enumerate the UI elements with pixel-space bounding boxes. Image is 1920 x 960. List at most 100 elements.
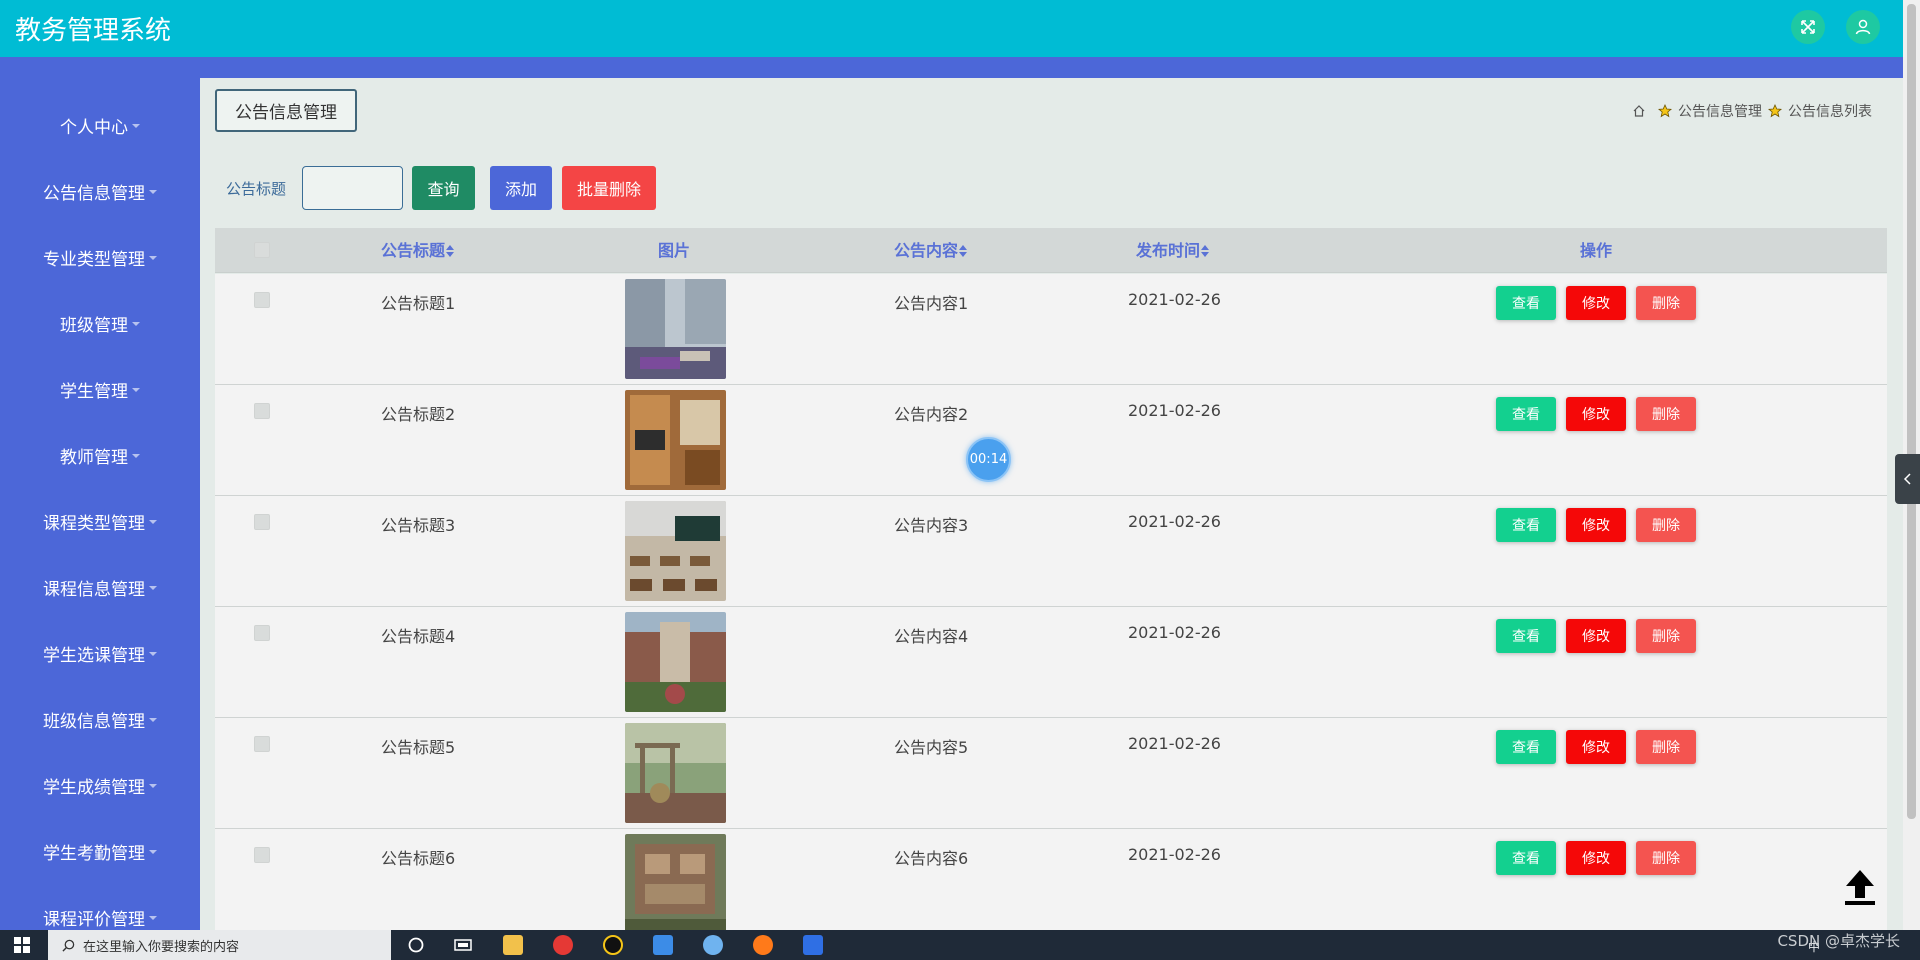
sidebar-item[interactable]: 课程类型管理 (0, 501, 200, 541)
row-title: 公告标题3 (381, 516, 456, 535)
cloud-app-icon[interactable] (653, 935, 673, 955)
windows-start-icon[interactable] (14, 937, 30, 953)
os-taskbar: 在这里输入你要搜索的内容 中 (0, 930, 1920, 960)
chrome-icon[interactable] (553, 935, 573, 955)
firefox-icon[interactable] (753, 935, 773, 955)
sidebar-item-label: 班级管理 (60, 315, 128, 336)
notice-table: 公告标题 图片 公告内容 发布时间 操作 公告标题1 公告内容1 2021-02-2… (215, 228, 1887, 930)
row-image (625, 834, 726, 930)
edit-button[interactable]: 修改 (1566, 730, 1626, 764)
row-date: 2021-02-26 (1128, 845, 1221, 864)
breadcrumb-item[interactable]: 公告信息管理 (1678, 101, 1762, 121)
sidebar-item[interactable]: 学生成绩管理 (0, 765, 200, 805)
row-title: 公告标题4 (381, 627, 456, 646)
home-icon[interactable] (1632, 104, 1646, 118)
view-button[interactable]: 查看 (1496, 841, 1556, 875)
edit-button[interactable]: 修改 (1566, 286, 1626, 320)
chevron-left-icon (1903, 473, 1911, 485)
sort-icon[interactable] (1201, 245, 1210, 257)
section-title-tab[interactable]: 公告信息管理 (215, 89, 357, 132)
chevron-down-icon (149, 850, 157, 854)
task-view-icon[interactable] (453, 935, 473, 955)
baidu-netdisk-icon[interactable] (703, 935, 723, 955)
delete-button[interactable]: 删除 (1636, 619, 1696, 653)
chevron-down-icon (149, 652, 157, 656)
delete-button[interactable]: 删除 (1636, 286, 1696, 320)
view-button[interactable]: 查看 (1496, 508, 1556, 542)
row-checkbox[interactable] (254, 514, 270, 530)
view-button[interactable]: 查看 (1496, 619, 1556, 653)
sidebar-item[interactable]: 班级管理 (0, 303, 200, 343)
sidebar-item[interactable]: 学生管理 (0, 369, 200, 409)
row-checkbox[interactable] (254, 847, 270, 863)
sidebar-item-label: 教师管理 (60, 447, 128, 468)
table-row: 公告标题6 公告内容6 2021-02-26 查看 修改 删除 (215, 829, 1887, 930)
row-content: 公告内容6 (894, 849, 969, 868)
sidebar-item[interactable]: 教师管理 (0, 435, 200, 475)
edit-button[interactable]: 修改 (1566, 841, 1626, 875)
column-header-title[interactable]: 公告标题 (381, 228, 455, 273)
edit-button[interactable]: 修改 (1566, 397, 1626, 431)
sidebar-item[interactable]: 学生选课管理 (0, 633, 200, 673)
sidebar-item[interactable]: 个人中心 (0, 105, 200, 145)
sidebar-item-label: 班级信息管理 (43, 711, 145, 732)
column-header-date[interactable]: 发布时间 (1136, 228, 1210, 273)
taskbar-search[interactable]: 在这里输入你要搜索的内容 (48, 930, 391, 960)
file-explorer-icon[interactable] (503, 935, 523, 955)
delete-button[interactable]: 删除 (1636, 508, 1696, 542)
view-button[interactable]: 查看 (1496, 397, 1556, 431)
row-title: 公告标题2 (381, 405, 456, 424)
sidebar-item-label: 学生选课管理 (43, 645, 145, 666)
row-title: 公告标题6 (381, 849, 456, 868)
edit-button[interactable]: 修改 (1566, 508, 1626, 542)
sidebar-item[interactable]: 班级信息管理 (0, 699, 200, 739)
wps-icon[interactable] (803, 935, 823, 955)
query-button[interactable]: 查询 (412, 166, 475, 210)
sidebar-item[interactable]: 专业类型管理 (0, 237, 200, 277)
edit-button[interactable]: 修改 (1566, 619, 1626, 653)
row-checkbox[interactable] (254, 403, 270, 419)
sidebar-item[interactable]: 课程信息管理 (0, 567, 200, 607)
table-header: 公告标题 图片 公告内容 发布时间 操作 (215, 228, 1887, 273)
sidebar-item[interactable]: 学生考勤管理 (0, 831, 200, 871)
add-button[interactable]: 添加 (490, 166, 552, 210)
sidebar: 个人中心公告信息管理专业类型管理班级管理学生管理教师管理课程类型管理 课程信息管理… (0, 78, 200, 930)
column-header-actions: 操作 (1580, 241, 1613, 260)
title-search-input[interactable] (302, 166, 403, 210)
chevron-down-icon (149, 718, 157, 722)
cortana-icon[interactable] (406, 935, 426, 955)
sort-icon[interactable] (959, 245, 968, 257)
sidebar-item[interactable]: 公告信息管理 (0, 171, 200, 211)
user-button[interactable] (1846, 10, 1880, 44)
breadcrumb-item-current: 公告信息列表 (1788, 104, 1872, 120)
row-checkbox[interactable] (254, 625, 270, 641)
delete-button[interactable]: 删除 (1636, 841, 1696, 875)
select-all-checkbox[interactable] (254, 242, 270, 258)
fullscreen-button[interactable] (1791, 10, 1825, 44)
row-content: 公告内容5 (894, 738, 969, 757)
scrollbar-thumb[interactable] (1907, 4, 1916, 819)
back-to-top-icon[interactable] (1841, 866, 1879, 906)
batch-delete-button[interactable]: 批量删除 (562, 166, 656, 210)
side-panel-toggle[interactable] (1895, 454, 1920, 504)
delete-button[interactable]: 删除 (1636, 730, 1696, 764)
row-content: 公告内容3 (894, 516, 969, 535)
delete-button[interactable]: 删除 (1636, 397, 1696, 431)
row-checkbox[interactable] (254, 292, 270, 308)
row-image (625, 612, 726, 712)
sidebar-item-label: 公告信息管理 (43, 183, 145, 204)
star-icon (1658, 104, 1672, 118)
view-button[interactable]: 查看 (1496, 286, 1556, 320)
row-content: 公告内容1 (894, 294, 969, 313)
view-button[interactable]: 查看 (1496, 730, 1556, 764)
row-image (625, 501, 726, 601)
sidebar-item[interactable]: 课程评价管理 (0, 897, 200, 930)
table-row: 公告标题5 公告内容5 2021-02-26 查看 修改 删除 (215, 718, 1887, 829)
row-title: 公告标题5 (381, 738, 456, 757)
watermark-text: CSDN @卓杰学长 (1777, 932, 1900, 950)
qq-icon[interactable] (603, 935, 623, 955)
column-header-content[interactable]: 公告内容 (894, 228, 968, 273)
chevron-down-icon (132, 322, 140, 326)
row-checkbox[interactable] (254, 736, 270, 752)
sort-icon[interactable] (446, 245, 455, 257)
